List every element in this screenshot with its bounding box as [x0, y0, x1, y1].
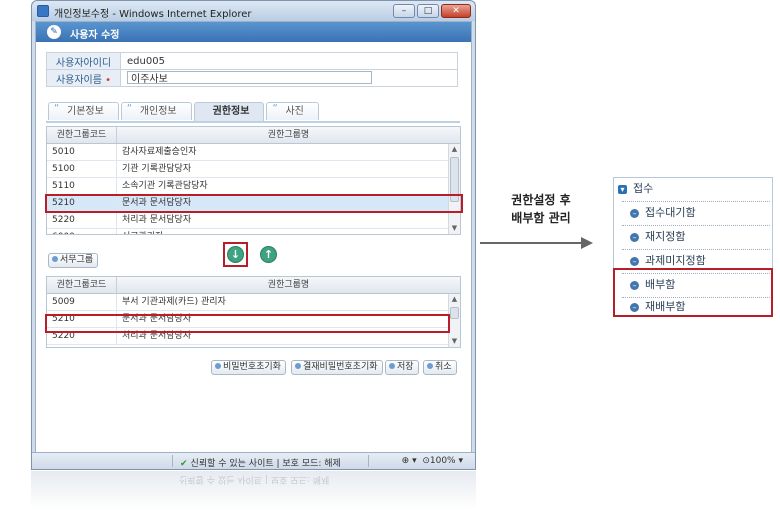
- move-up-icon[interactable]: ↑: [260, 246, 277, 263]
- table-row[interactable]: 5010 감사자료제출승인자: [47, 144, 460, 161]
- assigned-groups-grid: 권한그룹코드 권한그룹명 5009 부서 기관과제(카드) 관리자 5210 문서과…: [46, 276, 461, 348]
- zoom-icon: ⊙: [422, 456, 430, 466]
- bullet-icon: –: [630, 209, 639, 218]
- table-row[interactable]: 5110 소속기관 기록관담당자: [47, 178, 460, 195]
- arrowhead-icon: [581, 237, 593, 249]
- scroll-thumb[interactable]: [450, 307, 459, 319]
- menu-item-reassign[interactable]: – 재지정함: [614, 226, 772, 248]
- cancel-button[interactable]: 취소: [423, 360, 457, 375]
- page-header: ✎ 사용자 수정: [36, 22, 471, 42]
- ie-icon: [37, 5, 49, 17]
- window-title: 개인정보수정 - Windows Internet Explorer: [54, 9, 252, 20]
- zoom-control[interactable]: ⊕ ▾ ⊙100% ▾: [402, 456, 463, 466]
- tab-bar: “기본정보 “개인정보 권한정보 “사진: [48, 102, 321, 121]
- minimize-button[interactable]: –: [393, 4, 415, 18]
- security-zone-status: ✔ 신뢰할 수 있는 사이트 | 보호 모드: 해제: [180, 459, 341, 469]
- user-info-table: 사용자아이디 edu005 사용자이름 •: [46, 52, 458, 87]
- bullet-icon: [215, 363, 221, 369]
- highlight-box: [45, 314, 450, 333]
- user-name-label: 사용자이름 •: [46, 69, 121, 87]
- grid-scrollbar[interactable]: ▲ ▼: [448, 144, 460, 234]
- caption: 권한설정 후 배부함 관리: [496, 191, 586, 227]
- bullet-icon: [295, 363, 301, 369]
- collapse-icon: ▾: [618, 185, 627, 194]
- column-header-code: 권한그룹코드: [47, 127, 117, 143]
- bullet-icon: [52, 256, 58, 262]
- user-id-label: 사용자아이디: [46, 52, 121, 70]
- required-mark: •: [105, 74, 112, 86]
- available-groups-grid: 권한그룹코드 권한그룹명 5010 감사자료제출승인자 5100 기관 기록관담당자…: [46, 126, 461, 235]
- scroll-down-icon[interactable]: ▼: [449, 223, 460, 234]
- menu-root-reception[interactable]: ▾ 접수: [614, 178, 772, 200]
- bullet-icon: [389, 363, 395, 369]
- table-row[interactable]: 6000서고관리자: [47, 229, 460, 234]
- scroll-down-icon[interactable]: ▼: [449, 336, 460, 347]
- maximize-button[interactable]: □: [417, 4, 439, 18]
- caption-line-1: 권한설정 후: [511, 193, 571, 207]
- arrow-right-icon: [480, 242, 583, 244]
- user-id-value: edu005: [120, 52, 458, 70]
- tab-basic-info[interactable]: “기본정보: [48, 102, 119, 120]
- table-row[interactable]: 5100 기관 기록관담당자: [47, 161, 460, 178]
- column-header-code: 권한그룹코드: [47, 277, 117, 293]
- tab-personal-info[interactable]: “개인정보: [120, 102, 192, 120]
- reset-approval-password-button[interactable]: 결재비밀번호초기화: [291, 360, 383, 375]
- edit-icon: ✎: [47, 25, 61, 39]
- status-bar: ✔ 신뢰할 수 있는 사이트 | 보호 모드: 해제 ⊕ ▾ ⊙100% ▾: [32, 452, 475, 469]
- tab-photo[interactable]: “사진: [266, 102, 319, 120]
- menu-highlight-box: [613, 268, 773, 317]
- bullet-icon: –: [630, 233, 639, 242]
- reset-password-button[interactable]: 비밀번호초기화: [211, 360, 286, 375]
- column-header-name: 권한그룹명: [267, 130, 310, 140]
- scroll-up-icon[interactable]: ▲: [449, 294, 460, 305]
- page-title: 사용자 수정: [70, 30, 120, 41]
- window-titlebar: 개인정보수정 - Windows Internet Explorer – □ ✕: [32, 1, 475, 21]
- bullet-icon: –: [630, 257, 639, 266]
- window-reflection: 신뢰할 수 있는 사이트 | 보호 모드: 해제: [31, 471, 476, 509]
- column-header-name: 권한그룹명: [267, 280, 310, 290]
- tab-permission-info[interactable]: 권한정보: [193, 102, 265, 121]
- highlight-box: [223, 242, 248, 267]
- save-button[interactable]: 저장: [385, 360, 419, 375]
- browser-window: 개인정보수정 - Windows Internet Explorer – □ ✕…: [31, 0, 476, 470]
- page-content: ✎ 사용자 수정 사용자아이디 edu005 사용자이름 • “기본정보 “개인…: [35, 21, 472, 453]
- menu-item-pending[interactable]: – 접수대기함: [614, 202, 772, 224]
- tab-divider: [46, 121, 460, 123]
- close-button[interactable]: ✕: [441, 4, 471, 18]
- highlight-box: [45, 194, 463, 213]
- office-group-button[interactable]: 서무그룹: [48, 253, 99, 268]
- table-row[interactable]: 5009 부서 기관과제(카드) 관리자: [47, 294, 460, 311]
- check-icon: ✔: [180, 459, 188, 469]
- user-name-input[interactable]: [127, 71, 372, 84]
- table-row[interactable]: 5220 처리과 문서담당자: [47, 212, 460, 229]
- bullet-icon: [427, 363, 433, 369]
- caption-line-2: 배부함 관리: [511, 211, 571, 225]
- globe-icon: ⊕: [401, 456, 410, 466]
- scroll-up-icon[interactable]: ▲: [449, 144, 460, 155]
